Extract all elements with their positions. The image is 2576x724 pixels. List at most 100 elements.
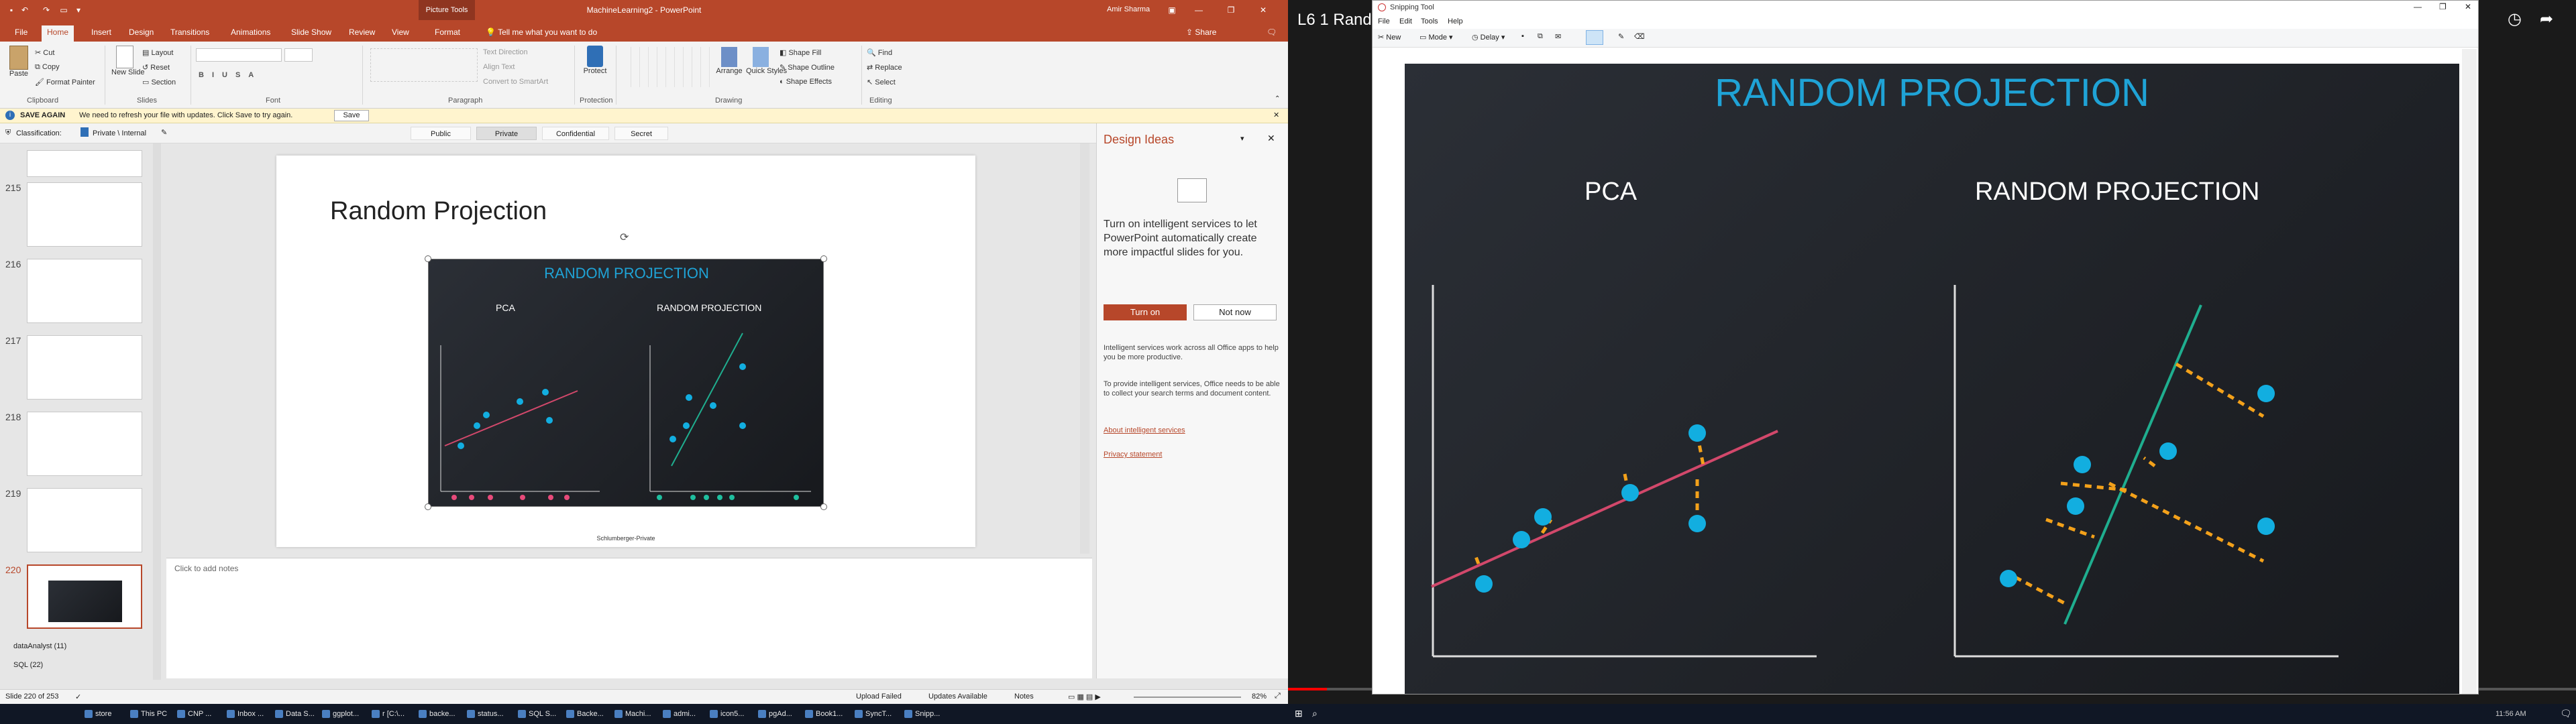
zoom-level[interactable]: 82%	[1252, 692, 1267, 701]
arrange-button[interactable]: Arrange	[714, 47, 745, 75]
taskbar-app[interactable]: SyncT...	[853, 707, 892, 721]
slide-title[interactable]: Random Projection	[330, 197, 547, 226]
current-slide[interactable]: Random Projection RANDOM PROJECTION PCA …	[276, 156, 975, 547]
privacy-link[interactable]: Privacy statement	[1104, 450, 1162, 459]
new-slide-button[interactable]: New Slide	[111, 46, 145, 76]
replace-button[interactable]: ⇄ Replace	[867, 63, 902, 72]
maximize-icon[interactable]: ❐	[1226, 5, 1236, 15]
section-header[interactable]: dataAnalyst (11)	[13, 642, 66, 650]
taskbar-app[interactable]: r [C:\...	[370, 707, 405, 721]
slide-picture[interactable]: RANDOM PROJECTION PCA RANDOM PROJECTION	[428, 259, 824, 507]
slide-thumbnail[interactable]	[27, 412, 142, 476]
section-button[interactable]: ▭ Section	[142, 78, 176, 86]
eraser-icon[interactable]: ⌫	[1634, 32, 1645, 41]
font-size-box[interactable]	[284, 48, 313, 62]
qat-more-icon[interactable]: ▾	[74, 5, 83, 15]
tab-slide-show[interactable]: Slide Show	[286, 25, 337, 42]
section-header[interactable]: SQL (22)	[13, 661, 43, 669]
tell-me-box[interactable]: 💡 Tell me what you want to do	[480, 25, 602, 42]
close-message-icon[interactable]: ✕	[1273, 111, 1279, 119]
slide-thumbnail-selected[interactable]	[27, 564, 142, 629]
updates-status[interactable]: Updates Available	[928, 692, 987, 701]
mode-button[interactable]: ▭ Mode ▾	[1419, 33, 1453, 42]
menu-edit[interactable]: Edit	[1399, 17, 1412, 25]
protect-button[interactable]: Protect	[580, 46, 610, 75]
copy-snip-icon[interactable]: ⧉	[1538, 32, 1543, 41]
maximize-icon[interactable]: ❐	[2439, 2, 2447, 11]
taskbar-app[interactable]: This PC	[129, 707, 167, 721]
tab-review[interactable]: Review	[343, 25, 380, 42]
close-icon[interactable]: ✕	[2465, 2, 2471, 11]
snip-scrollbar[interactable]	[2462, 49, 2477, 694]
pen-tool-icon[interactable]	[1586, 30, 1603, 45]
about-link[interactable]: About intelligent services	[1104, 426, 1185, 434]
cut-button[interactable]: ✂ Cut	[35, 48, 54, 57]
tab-view[interactable]: View	[386, 25, 415, 42]
slide-thumbnail[interactable]	[27, 150, 142, 177]
ribbon-display-icon[interactable]: ▣	[1167, 5, 1177, 15]
notifications-icon[interactable]: 🗨	[2560, 708, 2572, 719]
pane-options-icon[interactable]: ▾	[1240, 134, 1244, 143]
paragraph-controls[interactable]	[370, 48, 478, 82]
tab-format[interactable]: Format	[429, 25, 466, 42]
thumbnail-scrollbar[interactable]	[153, 143, 161, 680]
taskbar-app[interactable]: store	[83, 707, 111, 721]
resize-handle[interactable]	[820, 255, 827, 262]
zoom-slider[interactable]	[1134, 697, 1241, 698]
share-icon[interactable]: ➦	[2540, 9, 2553, 29]
paste-button[interactable]: Paste	[7, 46, 31, 78]
resize-handle[interactable]	[425, 255, 431, 262]
classification-value[interactable]: Private \ Internal	[93, 129, 146, 137]
taskbar-app[interactable]: Book1...	[804, 707, 843, 721]
taskbar-app[interactable]: admi...	[661, 707, 696, 721]
text-direction-button[interactable]: Text Direction	[483, 48, 528, 56]
convert-smartart-button[interactable]: Convert to SmartArt	[483, 78, 548, 86]
minimize-icon[interactable]: —	[2414, 2, 2422, 11]
watch-later-icon[interactable]: ◷	[2508, 9, 2522, 29]
view-buttons[interactable]: ▭ ▦ ▤ ▶	[1068, 692, 1101, 701]
taskbar-app[interactable]: backe...	[417, 707, 455, 721]
taskbar-app[interactable]: icon5...	[708, 707, 744, 721]
class-option-private[interactable]: Private	[476, 127, 537, 140]
slide-thumbnail[interactable]	[27, 335, 142, 400]
search-icon[interactable]: ⌕	[1312, 708, 1318, 719]
taskbar-clock[interactable]: 11:56 AM	[2496, 710, 2526, 718]
format-painter-button[interactable]: 🖌 Format Painter	[35, 78, 95, 86]
shape-effects-button[interactable]: ◐ Shape Effects	[780, 78, 832, 86]
edit-icon[interactable]: ✎	[161, 128, 167, 137]
resize-handle[interactable]	[425, 503, 431, 510]
comments-icon[interactable]: 🗨	[1261, 25, 1282, 42]
rotate-handle-icon[interactable]: ⟳	[620, 231, 629, 244]
windows-start-icon[interactable]: ⊞	[1295, 708, 1303, 719]
tab-insert[interactable]: Insert	[86, 25, 117, 42]
send-snip-icon[interactable]: ✉	[1555, 32, 1561, 41]
menu-help[interactable]: Help	[1448, 17, 1463, 25]
font-format-icons[interactable]: BIUSA	[199, 71, 262, 79]
save-snip-icon[interactable]: ▪	[1521, 32, 1524, 40]
notes-button[interactable]: Notes	[1014, 692, 1034, 701]
user-name[interactable]: Amir Sharma	[1107, 5, 1150, 13]
turn-on-button[interactable]: Turn on	[1104, 304, 1187, 320]
tab-home[interactable]: Home	[42, 25, 74, 42]
taskbar-app[interactable]: status...	[466, 707, 504, 721]
fit-slide-icon[interactable]: ⤢	[1275, 692, 1281, 701]
tab-design[interactable]: Design	[123, 25, 159, 42]
shape-outline-button[interactable]: ✎ Shape Outline	[780, 63, 835, 72]
reset-button[interactable]: ↺ Reset	[142, 63, 170, 72]
close-icon[interactable]: ✕	[1258, 5, 1268, 15]
class-option-public[interactable]: Public	[411, 127, 471, 140]
align-text-button[interactable]: Align Text	[483, 63, 515, 71]
tab-file[interactable]: File	[9, 25, 33, 42]
tab-transitions[interactable]: Transitions	[165, 25, 215, 42]
shapes-gallery[interactable]	[623, 47, 710, 87]
vertical-scrollbar[interactable]	[1080, 143, 1089, 554]
class-option-confidential[interactable]: Confidential	[542, 127, 609, 140]
taskbar-app[interactable]: SQL S...	[517, 707, 556, 721]
highlighter-icon[interactable]: ✎	[1618, 32, 1624, 41]
class-option-secret[interactable]: Secret	[614, 127, 668, 140]
resize-handle[interactable]	[820, 503, 827, 510]
menu-file[interactable]: File	[1378, 17, 1390, 25]
new-snip-button[interactable]: ✂ New	[1378, 33, 1401, 42]
slide-thumbnail[interactable]	[27, 259, 142, 323]
share-button[interactable]: ⇪ Share	[1181, 25, 1222, 42]
